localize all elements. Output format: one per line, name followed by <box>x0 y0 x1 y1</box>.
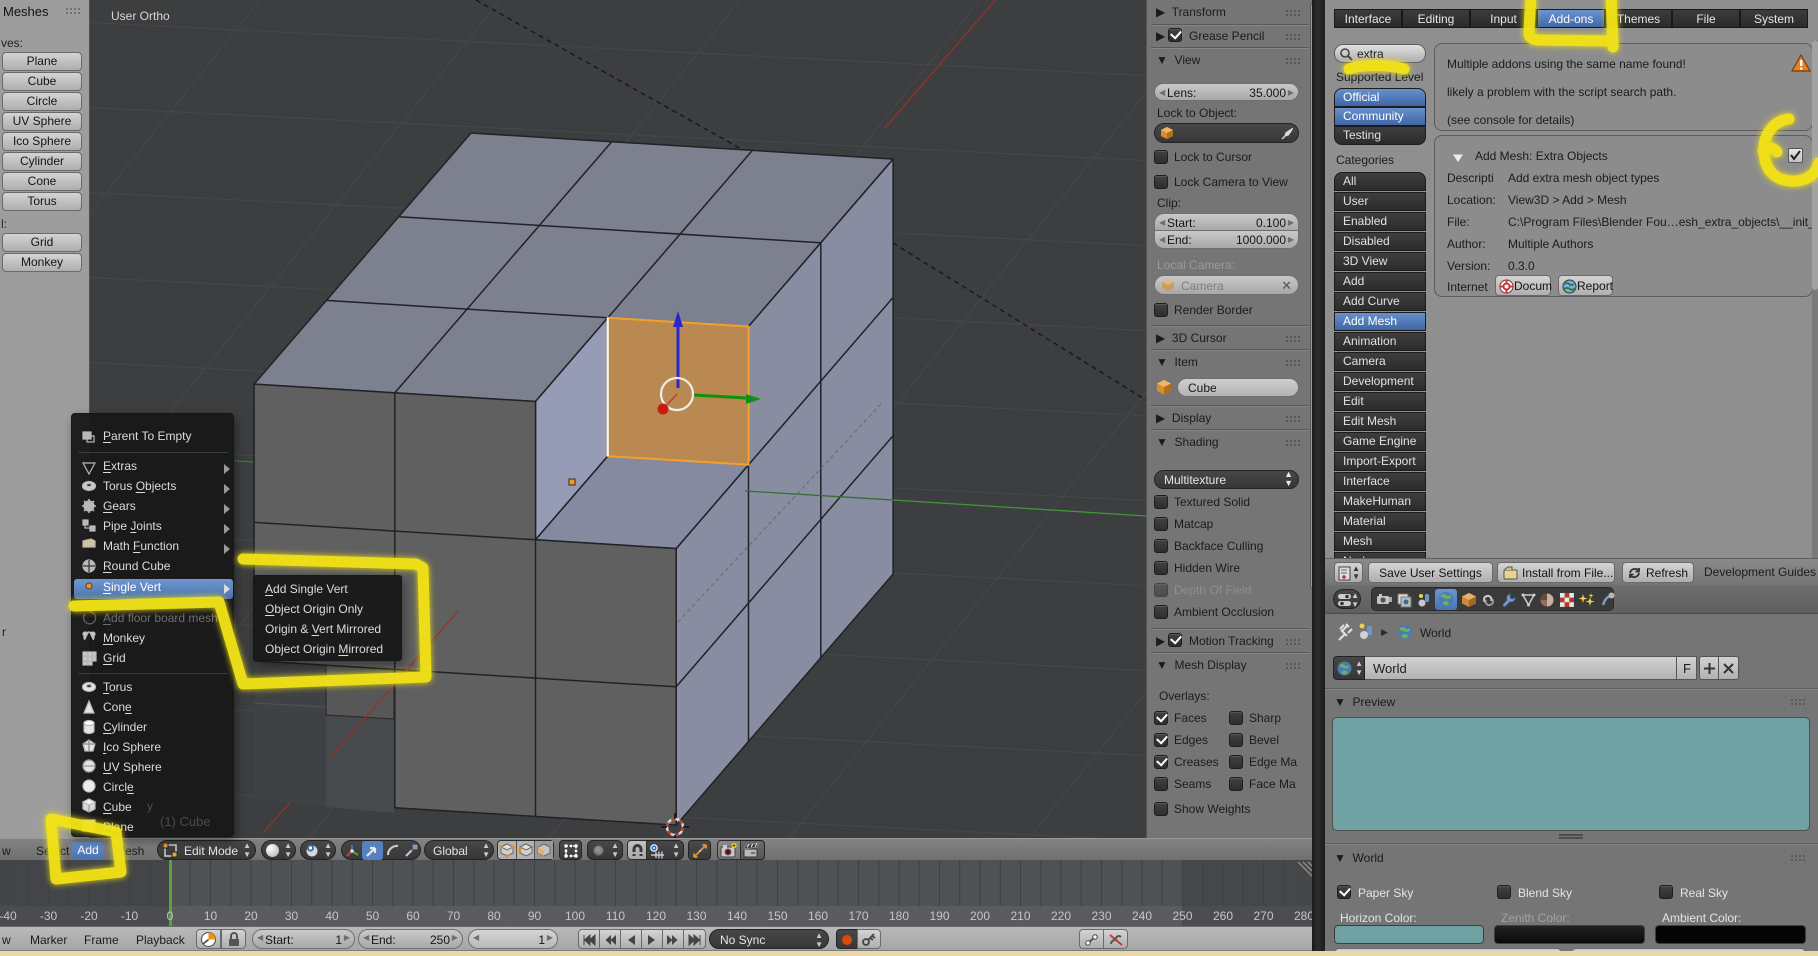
svg-text:140: 140 <box>727 909 747 923</box>
svg-text:40: 40 <box>325 909 339 923</box>
svg-text:0: 0 <box>167 909 174 923</box>
svg-text:80: 80 <box>487 909 501 923</box>
svg-text:110: 110 <box>606 909 625 923</box>
svg-text:130: 130 <box>686 909 706 923</box>
svg-text:240: 240 <box>1132 909 1152 923</box>
svg-text:170: 170 <box>848 909 868 923</box>
svg-text:270: 270 <box>1253 909 1273 923</box>
svg-text:60: 60 <box>406 909 420 923</box>
svg-text:10: 10 <box>204 909 218 923</box>
svg-text:150: 150 <box>767 909 787 923</box>
svg-text:70: 70 <box>447 909 461 923</box>
svg-text:200: 200 <box>970 909 990 923</box>
svg-text:180: 180 <box>889 909 909 923</box>
svg-text:260: 260 <box>1213 909 1233 923</box>
svg-text:50: 50 <box>366 909 380 923</box>
svg-text:230: 230 <box>1091 909 1111 923</box>
svg-text:-10: -10 <box>121 909 139 923</box>
svg-text:20: 20 <box>244 909 258 923</box>
svg-text:-30: -30 <box>40 909 58 923</box>
svg-text:30: 30 <box>285 909 299 923</box>
svg-text:210: 210 <box>1010 909 1030 923</box>
svg-text:-40: -40 <box>0 909 17 923</box>
svg-text:160: 160 <box>808 909 828 923</box>
svg-text:100: 100 <box>565 909 585 923</box>
svg-text:220: 220 <box>1051 909 1071 923</box>
svg-text:280: 280 <box>1294 909 1314 923</box>
svg-text:-20: -20 <box>80 909 98 923</box>
svg-text:250: 250 <box>1172 909 1192 923</box>
svg-text:120: 120 <box>646 909 666 923</box>
svg-text:90: 90 <box>528 909 542 923</box>
svg-text:190: 190 <box>929 909 949 923</box>
